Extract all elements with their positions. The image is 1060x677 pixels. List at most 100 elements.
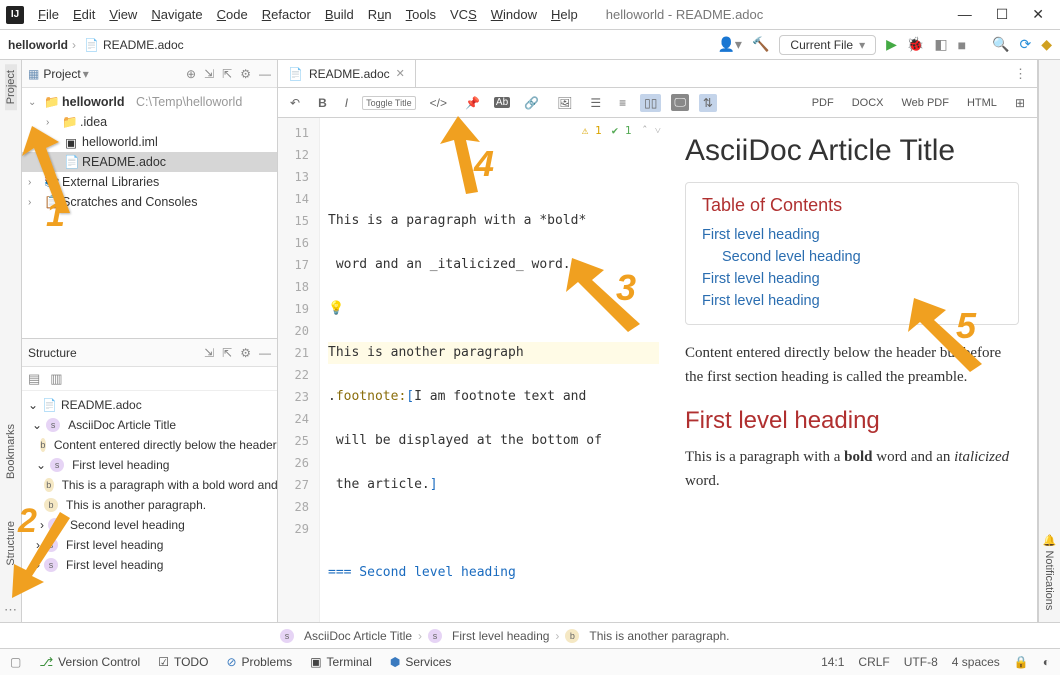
tree-external-libs[interactable]: ›📚External Libraries — [22, 172, 277, 192]
tree-root[interactable]: ⌄ 📁 helloworld C:\Temp\helloworld — [22, 92, 277, 112]
pin-icon[interactable]: 📌 — [461, 94, 484, 112]
struct-h1-2[interactable]: ›sFirst level heading — [22, 535, 277, 555]
menu-help[interactable]: Help — [545, 5, 584, 24]
link-icon[interactable]: 🔗 — [520, 94, 543, 112]
tool-vcs[interactable]: ⎇Version Control — [39, 655, 140, 669]
menu-vcs[interactable]: VCS — [444, 5, 483, 24]
rail-bookmarks[interactable]: Bookmarks — [5, 418, 17, 485]
update-icon[interactable]: ⟳ — [1019, 36, 1031, 53]
tree-folder-idea[interactable]: ›📁.idea — [22, 112, 277, 132]
menu-refactor[interactable]: Refactor — [256, 5, 317, 24]
processes-icon[interactable]: ◐ — [1043, 655, 1050, 669]
export-docx[interactable]: DOCX — [848, 95, 888, 111]
image-icon[interactable]: 🖼 — [553, 94, 576, 112]
inspections-widget[interactable]: ⚠ 1✔ 1ˆ ˅ — [582, 120, 661, 142]
struct-title[interactable]: ⌄sAsciiDoc Article Title — [22, 415, 277, 435]
struct-h1-3[interactable]: ›sFirst level heading — [22, 555, 277, 575]
highlight-icon[interactable]: Ab — [494, 97, 510, 108]
collapse-all-icon[interactable]: ⇱ — [222, 346, 232, 360]
tool-services[interactable]: ⬢Services — [390, 655, 452, 669]
status-indent[interactable]: 4 spaces — [952, 655, 1000, 669]
square-icon[interactable]: ▢ — [10, 655, 21, 669]
preview-icon[interactable]: 🖵 — [671, 94, 689, 111]
tree-file-iml[interactable]: ▣helloworld.iml — [22, 132, 277, 152]
tool-problems[interactable]: ⊘Problems — [226, 655, 292, 669]
editor-more-icon[interactable]: ⋮ — [1004, 66, 1037, 82]
struct-p1a[interactable]: bThis is a paragraph with a bold word an… — [22, 475, 277, 495]
breadcrumb-project[interactable]: helloworld — [8, 38, 68, 52]
toggle-title-button[interactable]: Toggle Title — [362, 96, 416, 110]
export-html[interactable]: HTML — [963, 95, 1001, 111]
gear-icon[interactable]: ⚙ — [240, 346, 251, 360]
preview-pane[interactable]: AsciiDoc Article Title Table of Contents… — [667, 118, 1037, 622]
editor-tab-readme[interactable]: 📄 README.adoc ✕ — [278, 60, 416, 87]
rail-more-icon[interactable]: ⋯ — [4, 602, 17, 618]
toc-link[interactable]: First level heading — [702, 290, 1002, 312]
menu-file[interactable]: File — [32, 5, 65, 24]
menu-build[interactable]: Build — [319, 5, 360, 24]
expand-all-icon[interactable]: ⇲ — [204, 67, 214, 81]
menu-run[interactable]: Run — [362, 5, 398, 24]
italic-button[interactable]: I — [341, 94, 352, 112]
tree-scratches[interactable]: ›📋Scratches and Consoles — [22, 192, 277, 212]
minimize-icon[interactable]: — — [958, 6, 972, 23]
chevron-right-icon[interactable]: › — [28, 177, 40, 188]
menu-code[interactable]: Code — [211, 5, 254, 24]
undo-icon[interactable]: ↶ — [286, 94, 304, 112]
status-eol[interactable]: CRLF — [858, 655, 889, 669]
breadcrumb-file[interactable]: README.adoc — [103, 38, 184, 52]
run-icon[interactable]: ▶ — [886, 36, 897, 53]
bulb-icon[interactable]: 💡 — [328, 301, 344, 316]
menu-navigate[interactable]: Navigate — [145, 5, 208, 24]
hide-icon[interactable]: — — [259, 346, 271, 360]
chevron-right-icon[interactable]: › — [28, 197, 40, 208]
maximize-icon[interactable]: ☐ — [996, 6, 1009, 23]
bold-button[interactable]: B — [314, 94, 331, 112]
menu-tools[interactable]: Tools — [400, 5, 442, 24]
split-view-icon[interactable]: ▯▯ — [640, 94, 661, 112]
rail-structure[interactable]: Structure — [5, 515, 17, 572]
tree-file-readme[interactable]: 📄README.adoc — [22, 152, 277, 172]
rail-notifications[interactable]: 🔔 Notifications — [1043, 528, 1056, 616]
status-enc[interactable]: UTF-8 — [904, 655, 938, 669]
align-icon[interactable]: ≡ — [615, 94, 630, 112]
crumb-b[interactable]: First level heading — [452, 629, 549, 643]
user-icon[interactable]: 👤▾ — [718, 36, 742, 53]
structure-tree[interactable]: ⌄📄README.adoc ⌄sAsciiDoc Article Title b… — [22, 391, 277, 622]
chevron-down-icon[interactable]: ⌄ — [28, 97, 40, 108]
debug-icon[interactable]: 🐞 — [907, 36, 924, 53]
search-icon[interactable]: 🔍 — [992, 36, 1009, 53]
toc-link[interactable]: First level heading — [702, 224, 1002, 246]
menu-edit[interactable]: Edit — [67, 5, 101, 24]
rail-project[interactable]: Project — [5, 64, 17, 110]
codewithme-icon[interactable]: ◆ — [1041, 36, 1052, 53]
struct-h1-1[interactable]: ⌄sFirst level heading — [22, 455, 277, 475]
export-pdf[interactable]: PDF — [808, 95, 838, 111]
struct-file[interactable]: ⌄📄README.adoc — [22, 395, 277, 415]
chevron-right-icon[interactable]: › — [46, 117, 58, 128]
struct-p1b[interactable]: bThis is another paragraph. — [22, 495, 277, 515]
crumb-c[interactable]: This is another paragraph. — [589, 629, 729, 643]
struct-preamble[interactable]: bContent entered directly below the head… — [22, 435, 277, 455]
tool-terminal[interactable]: ▣Terminal — [310, 655, 372, 669]
stop-icon[interactable]: ■ — [958, 37, 966, 53]
close-icon[interactable]: ✕ — [1032, 6, 1044, 23]
status-pos[interactable]: 14:1 — [821, 655, 844, 669]
hide-icon[interactable]: — — [259, 67, 271, 81]
list-icon[interactable]: ☰ — [586, 94, 605, 112]
gear-icon[interactable]: ⚙ — [240, 67, 251, 81]
struct-h2[interactable]: ›sSecond level heading — [22, 515, 277, 535]
project-tree[interactable]: ⌄ 📁 helloworld C:\Temp\helloworld ›📁.ide… — [22, 88, 277, 338]
close-tab-icon[interactable]: ✕ — [396, 67, 405, 80]
code-editor[interactable]: ⚠ 1✔ 1ˆ ˅ This is a paragraph with a *bo… — [320, 118, 667, 622]
menu-window[interactable]: Window — [485, 5, 543, 24]
crumb-a[interactable]: AsciiDoc Article Title — [304, 629, 412, 643]
struct-view1-icon[interactable]: ▤ — [28, 371, 40, 387]
expand-all-icon[interactable]: ⇲ — [204, 346, 214, 360]
chevron-down-icon[interactable]: ▾ — [83, 67, 89, 81]
coverage-icon[interactable]: ◧ — [934, 36, 947, 53]
run-config-selector[interactable]: Current File▾ — [779, 35, 876, 55]
collapse-all-icon[interactable]: ⇱ — [222, 67, 232, 81]
scroll-sync-icon[interactable]: ⇅ — [699, 94, 717, 112]
lock-icon[interactable]: 🔒 — [1014, 655, 1029, 669]
